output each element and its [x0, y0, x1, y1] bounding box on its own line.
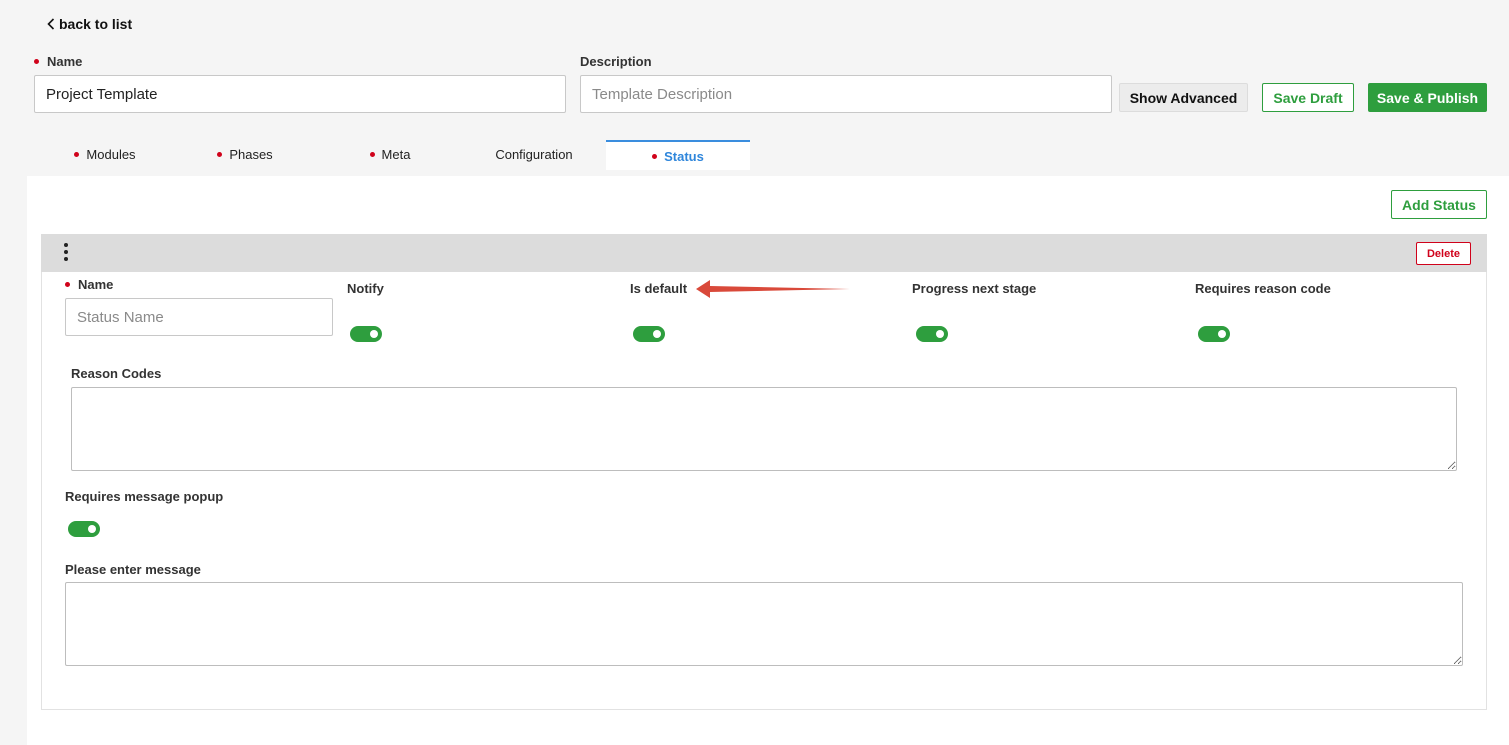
tab-modules[interactable]: Modules [60, 140, 150, 169]
template-name-input[interactable] [34, 75, 566, 113]
status-name-label-text: Name [78, 277, 114, 292]
tab-label: Meta [381, 147, 411, 162]
name-label: Name [34, 54, 82, 69]
notify-label: Notify [347, 281, 384, 296]
progress-next-stage-label: Progress next stage [912, 281, 1037, 296]
annotation-arrow-icon [696, 280, 850, 298]
message-textarea[interactable] [65, 582, 1463, 666]
tab-label: Modules [86, 147, 136, 162]
more-options-icon[interactable] [62, 243, 70, 261]
reason-codes-textarea[interactable] [71, 387, 1457, 471]
required-indicator [652, 153, 658, 159]
is-default-toggle[interactable] [633, 326, 665, 342]
back-to-list-link[interactable]: back to list [47, 16, 132, 32]
status-name-input[interactable] [65, 298, 333, 336]
description-label: Description [580, 54, 652, 69]
notify-toggle[interactable] [350, 326, 382, 342]
message-label: Please enter message [65, 562, 201, 577]
requires-reason-code-label: Requires reason code [1195, 281, 1331, 296]
tab-label: Configuration [495, 147, 573, 162]
save-draft-button[interactable]: Save Draft [1262, 83, 1354, 112]
status-name-label: Name [65, 277, 113, 292]
required-indicator [217, 152, 223, 157]
delete-status-button[interactable]: Delete [1416, 242, 1471, 265]
required-indicator [34, 59, 39, 64]
requires-message-popup-label: Requires message popup [65, 489, 224, 504]
tab-label: Phases [229, 147, 273, 162]
tab-configuration[interactable]: Configuration [480, 140, 588, 169]
save-publish-button[interactable]: Save & Publish [1368, 83, 1487, 112]
requires-reason-code-toggle[interactable] [1198, 326, 1230, 342]
status-card-header [41, 234, 1487, 272]
reason-codes-label: Reason Codes [71, 366, 162, 381]
tab-meta[interactable]: Meta [350, 140, 430, 169]
is-default-label: Is default [630, 281, 688, 296]
tab-status[interactable]: Status [606, 140, 750, 170]
add-status-button[interactable]: Add Status [1391, 190, 1487, 219]
requires-message-popup-toggle[interactable] [68, 521, 100, 537]
progress-next-stage-toggle[interactable] [916, 326, 948, 342]
template-description-input[interactable] [580, 75, 1112, 113]
name-label-text: Name [47, 54, 83, 69]
tab-label: Status [664, 148, 704, 164]
chevron-left-icon [47, 18, 55, 30]
required-indicator [369, 152, 375, 157]
show-advanced-button[interactable]: Show Advanced [1119, 83, 1248, 112]
tab-phases[interactable]: Phases [200, 140, 290, 169]
back-link-label: back to list [59, 16, 133, 32]
required-indicator [65, 282, 70, 287]
required-indicator [74, 152, 80, 157]
